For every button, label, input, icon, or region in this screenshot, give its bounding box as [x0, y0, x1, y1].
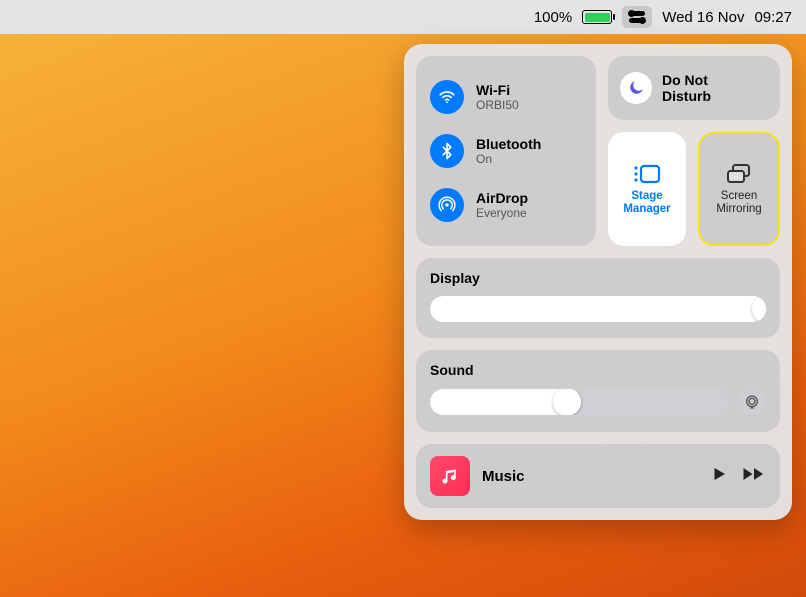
next-track-button[interactable] — [742, 465, 766, 488]
connectivity-panel: Wi-Fi ORBI50 Bluetooth On — [416, 56, 596, 246]
stage-manager-tile[interactable]: Stage Manager — [608, 132, 686, 246]
now-playing-title: Music — [482, 468, 698, 485]
wifi-toggle[interactable]: Wi-Fi ORBI50 — [430, 80, 582, 114]
music-app-icon — [430, 456, 470, 496]
sound-title: Sound — [430, 362, 766, 378]
sound-volume-slider[interactable] — [430, 389, 728, 415]
airdrop-title: AirDrop — [476, 190, 528, 206]
screen-mirroring-icon — [724, 162, 754, 186]
display-brightness-slider[interactable]: ☀ — [430, 296, 766, 322]
battery-percent: 100% — [534, 9, 572, 26]
do-not-disturb-label: Do Not Disturb — [662, 72, 711, 104]
wifi-title: Wi-Fi — [476, 82, 519, 98]
airdrop-status: Everyone — [476, 206, 528, 220]
control-center-panel: Wi-Fi ORBI50 Bluetooth On — [404, 44, 792, 520]
bluetooth-icon — [430, 134, 464, 168]
screen-mirroring-tile[interactable]: Screen Mirroring — [698, 132, 780, 246]
wifi-network-name: ORBI50 — [476, 98, 519, 112]
stage-manager-icon — [632, 162, 662, 186]
battery-icon — [582, 10, 612, 24]
airplay-audio-button[interactable] — [738, 388, 766, 416]
menubar-date[interactable]: Wed 16 Nov — [662, 9, 744, 26]
sound-panel: Sound — [416, 350, 780, 432]
desktop-wallpaper: Wi-Fi ORBI50 Bluetooth On — [0, 34, 806, 597]
display-title: Display — [430, 270, 766, 286]
bluetooth-title: Bluetooth — [476, 136, 541, 152]
display-panel: Display ☀ — [416, 258, 780, 338]
bluetooth-toggle[interactable]: Bluetooth On — [430, 134, 582, 168]
bluetooth-status: On — [476, 152, 541, 166]
now-playing-panel: Music — [416, 444, 780, 508]
do-not-disturb-toggle[interactable]: Do Not Disturb — [608, 56, 780, 120]
menu-bar: 100% Wed 16 Nov 09:27 — [0, 0, 806, 34]
airdrop-icon — [430, 188, 464, 222]
airdrop-toggle[interactable]: AirDrop Everyone — [430, 188, 582, 222]
play-button[interactable] — [710, 465, 728, 488]
control-center-menubar-icon[interactable] — [622, 6, 652, 28]
moon-icon — [620, 72, 652, 104]
screen-mirroring-label: Screen Mirroring — [716, 190, 761, 216]
menubar-time[interactable]: 09:27 — [754, 9, 792, 26]
wifi-icon — [430, 80, 464, 114]
stage-manager-label: Stage Manager — [623, 190, 670, 216]
